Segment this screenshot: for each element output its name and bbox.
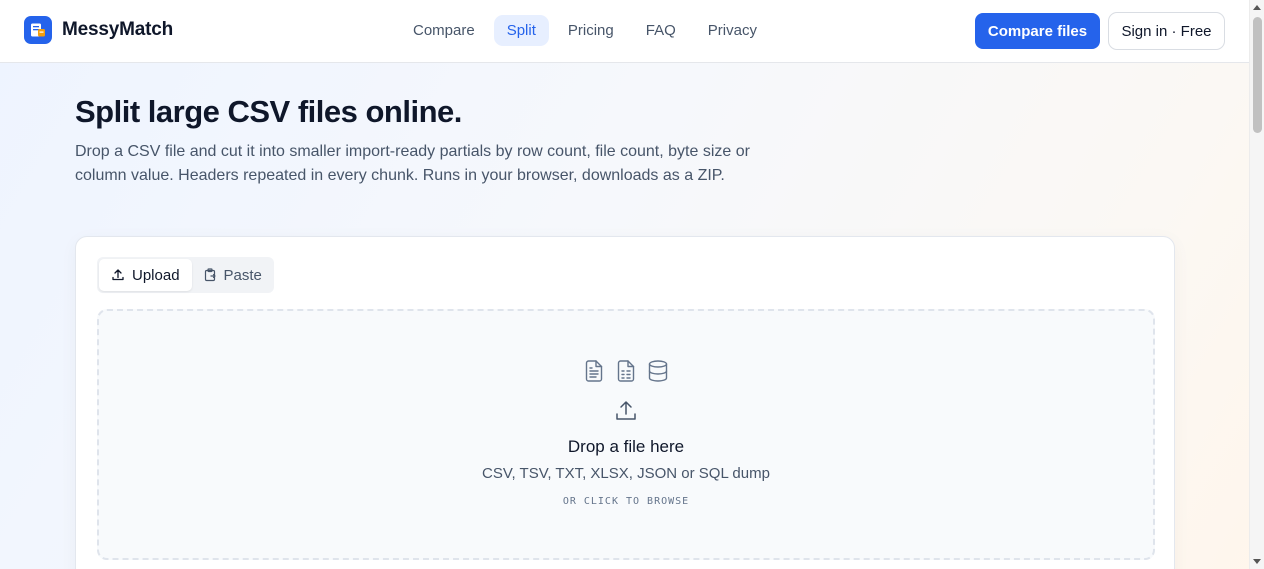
dropzone-formats: CSV, TSV, TXT, XLSX, JSON or SQL dump — [482, 465, 770, 482]
scroll-up-icon[interactable] — [1253, 5, 1261, 10]
brand-logo-icon — [24, 16, 52, 44]
dropzone-title: Drop a file here — [567, 437, 685, 456]
tab-paste[interactable]: Paste — [192, 259, 274, 291]
input-mode-tabs: Upload Paste — [97, 257, 274, 293]
compare-files-button[interactable]: Compare files — [975, 13, 1100, 49]
dropzone-upload-icon — [99, 399, 1153, 423]
dropzone-browse-hint: OR CLICK TO BROWSE — [562, 496, 690, 507]
scroll-thumb[interactable] — [1253, 17, 1262, 133]
nav-compare[interactable]: Compare — [400, 15, 488, 46]
page-description: Drop a CSV file and cut it into smaller … — [75, 143, 750, 184]
nav-faq[interactable]: FAQ — [633, 15, 689, 46]
database-icon — [647, 359, 669, 383]
nav-pricing[interactable]: Pricing — [555, 15, 627, 46]
tab-upload-label: Upload — [132, 266, 180, 284]
scroll-down-icon[interactable] — [1253, 559, 1261, 564]
main-nav: Compare Split Pricing FAQ Privacy — [400, 15, 770, 46]
page-scrollbar[interactable] — [1249, 0, 1264, 569]
brand-name: MessyMatch — [62, 19, 173, 40]
clipboard-icon — [204, 268, 217, 282]
file-type-icons — [99, 359, 1153, 383]
brand[interactable]: MessyMatch — [24, 16, 173, 44]
nav-privacy[interactable]: Privacy — [695, 15, 770, 46]
upload-icon — [111, 268, 125, 282]
tab-upload[interactable]: Upload — [99, 259, 192, 291]
file-text-icon — [583, 359, 605, 383]
sign-in-button[interactable]: Sign in · Free — [1108, 12, 1225, 50]
nav-split[interactable]: Split — [493, 15, 549, 46]
tab-paste-label: Paste — [223, 266, 262, 284]
file-dropzone[interactable]: Drop a file here CSV, TSV, TXT, XLSX, JS… — [97, 309, 1155, 560]
file-spreadsheet-icon — [615, 359, 637, 383]
top-navbar: MessyMatch Compare Split Pricing FAQ Pri… — [0, 0, 1249, 63]
split-card: Upload Paste Drop a file here CSV, TSV, … — [75, 236, 1175, 569]
page-title: Split large CSV files online. — [75, 94, 462, 129]
